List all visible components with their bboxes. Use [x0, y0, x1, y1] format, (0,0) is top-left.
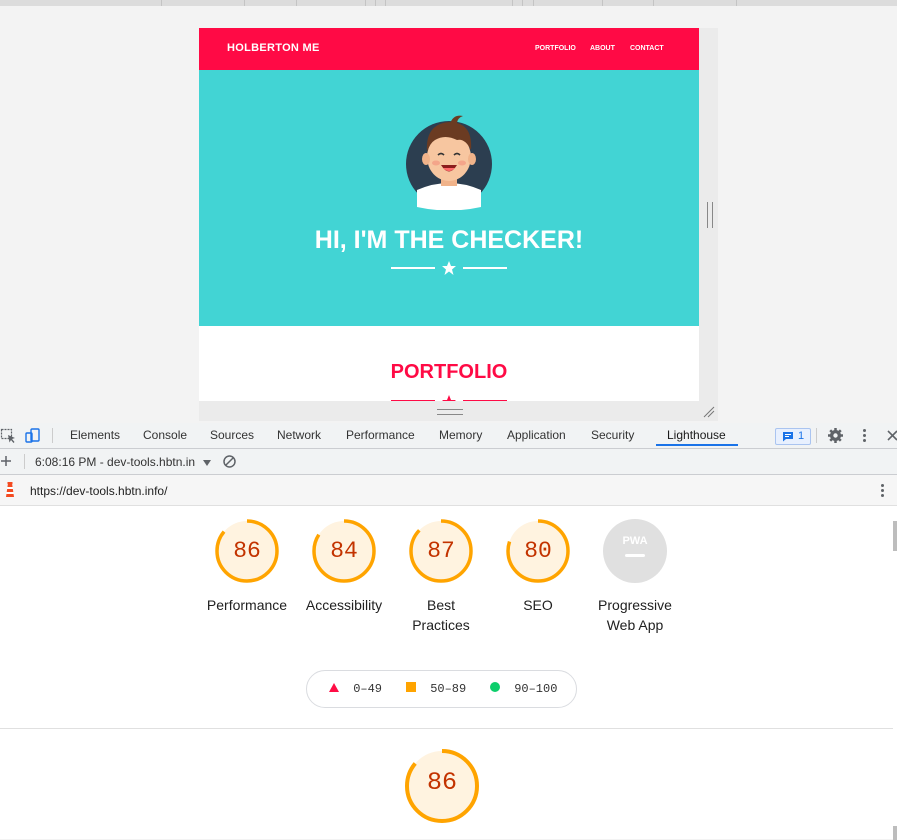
tab-memory[interactable]: Memory [439, 423, 482, 448]
report-selector-label: 6:08:16 PM - dev-tools.hbtn.in [35, 455, 196, 469]
gauge-label: Performance [206, 597, 288, 613]
square-icon [406, 682, 416, 692]
tab-separator [816, 428, 817, 443]
tab-lighthouse[interactable]: Lighthouse [656, 423, 738, 446]
hero-title: HI, I'M THE CHECKER! [314, 226, 584, 254]
performance-detail-score: 86 [426, 768, 457, 797]
site-navbar: HOLBERTON ME PORTFOLIO ABOUT CONTACT [199, 28, 699, 70]
tab-network[interactable]: Network [277, 423, 321, 448]
lighthouse-logo-icon [3, 482, 20, 499]
toolbar-divider [602, 0, 603, 6]
tab-application[interactable]: Application [507, 423, 566, 448]
issues-count: 1 [798, 430, 805, 442]
toolbar-divider [736, 0, 737, 6]
tab-separator [52, 428, 53, 443]
plus-icon[interactable] [0, 453, 17, 470]
toolbar-separator [24, 454, 25, 469]
hero-section: HI, I'M THE CHECKER! [199, 70, 699, 326]
portfolio-heading: PORTFOLIO [390, 361, 508, 383]
issues-badge[interactable]: 1 [775, 428, 811, 445]
dropdown-arrow-icon [203, 460, 212, 466]
gauge-label: SEO [523, 597, 553, 613]
pwa-badge-text: PWA [622, 535, 647, 547]
legend-pass-label: 90–100 [514, 682, 558, 696]
gauge-label: Accessibility [305, 597, 383, 613]
clear-all-icon[interactable] [221, 453, 238, 470]
gauge-label: Best Practices [412, 597, 470, 633]
gauge-score: 86 [233, 538, 261, 564]
more-options-icon[interactable] [874, 482, 891, 499]
report-scrollbar[interactable] [893, 506, 897, 840]
scrollbar-thumb[interactable] [893, 521, 897, 551]
device-toolbar [0, 0, 897, 6]
gauge-accessibility[interactable]: 84 Accessibility [296, 518, 392, 615]
gauge-score: 80 [524, 538, 552, 564]
inspect-element-icon[interactable] [0, 427, 17, 444]
viewport-resize-handle-bottom[interactable] [199, 401, 699, 421]
star-divider [389, 260, 509, 276]
portfolio-star-divider [389, 391, 509, 401]
triangle-icon [329, 683, 339, 692]
gauge-seo[interactable]: 80 SEO [490, 518, 586, 615]
report-url[interactable]: https://dev-tools.hbtn.info/ [30, 484, 167, 498]
toolbar-divider [161, 0, 162, 6]
message-icon [783, 432, 793, 442]
viewport-resize-corner[interactable] [702, 404, 716, 418]
toolbar-divider [375, 0, 376, 6]
lighthouse-report: 86 Performance 84 Accessibility 87 Best … [0, 506, 893, 839]
devtools-tab-bar: Elements Console Sources Network Perform… [0, 423, 897, 449]
device-toolbar-icon[interactable] [25, 427, 42, 444]
tab-elements[interactable]: Elements [70, 423, 120, 448]
report-url-bar: https://dev-tools.hbtn.info/ [0, 475, 897, 506]
avatar [405, 110, 493, 211]
star-icon [442, 261, 456, 275]
section-divider [0, 728, 893, 729]
toolbar-divider [653, 0, 654, 6]
gear-icon[interactable] [827, 427, 844, 444]
legend-fail: 0–49 [329, 682, 382, 696]
grip-icon [707, 202, 713, 228]
pwa-badge-icon: PWA [603, 519, 667, 583]
toolbar-divider [533, 0, 534, 6]
devtools-panel: Elements Console Sources Network Perform… [0, 423, 897, 840]
report-selector[interactable]: 6:08:16 PM - dev-tools.hbtn.in [35, 455, 212, 469]
tab-security[interactable]: Security [591, 423, 634, 448]
toolbar-divider [365, 0, 366, 6]
site-brand[interactable]: HOLBERTON ME [227, 42, 320, 54]
grip-icon [437, 409, 463, 415]
nav-link-about[interactable]: ABOUT [590, 45, 615, 52]
legend-pass: 90–100 [490, 682, 557, 696]
emulated-viewport: HOLBERTON ME PORTFOLIO ABOUT CONTACT HI,… [199, 28, 699, 401]
gauge-best-practices[interactable]: 87 Best Practices [393, 518, 489, 635]
gauge-score: 84 [330, 538, 358, 564]
gauge-performance[interactable]: 86 Performance [199, 518, 295, 615]
gauge-label: Progressive Web App [598, 597, 672, 633]
lighthouse-toolbar: 6:08:16 PM - dev-tools.hbtn.in [0, 449, 897, 475]
legend-average: 50–89 [406, 682, 466, 696]
more-options-icon[interactable] [856, 427, 873, 444]
gauge-score: 87 [427, 538, 455, 564]
score-legend: 0–49 50–89 90–100 [306, 670, 577, 708]
gauge-pwa[interactable]: PWA Progressive Web App [587, 518, 683, 635]
toolbar-divider [512, 0, 513, 6]
legend-fail-label: 0–49 [353, 682, 383, 696]
resize-corner-icon [703, 406, 715, 418]
toolbar-divider [522, 0, 523, 6]
nav-link-contact[interactable]: CONTACT [630, 45, 664, 52]
toolbar-divider [244, 0, 245, 6]
nav-link-portfolio[interactable]: PORTFOLIO [535, 45, 576, 52]
toolbar-divider [385, 0, 386, 6]
viewport-resize-handle-right[interactable] [699, 28, 718, 421]
close-icon[interactable] [884, 427, 897, 444]
tab-console[interactable]: Console [143, 423, 187, 448]
tab-sources[interactable]: Sources [210, 423, 254, 448]
scrollbar-thumb[interactable] [893, 826, 897, 840]
toolbar-divider [296, 0, 297, 6]
tab-performance[interactable]: Performance [346, 423, 415, 448]
legend-average-label: 50–89 [430, 682, 467, 696]
circle-icon [490, 682, 500, 692]
